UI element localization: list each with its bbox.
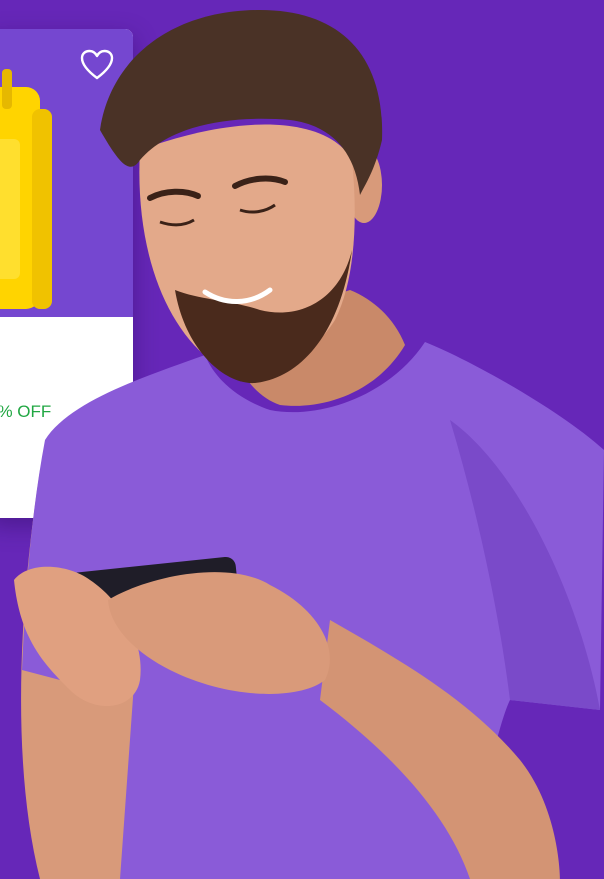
hero-scene: 5% OFF om: [0, 0, 604, 879]
man-using-phone-photo: [14, 10, 604, 879]
